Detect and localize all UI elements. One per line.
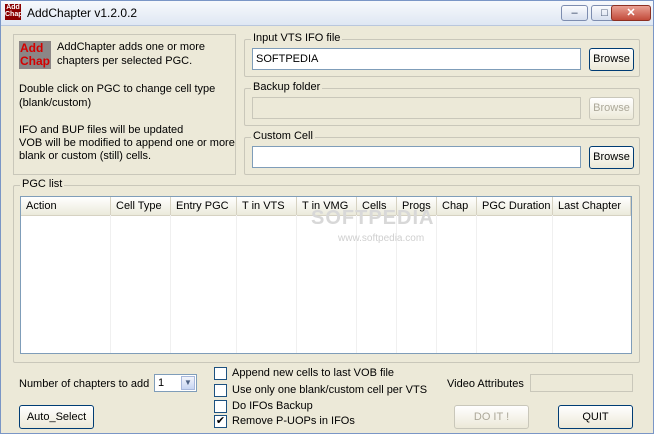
ifo-backup-checkbox[interactable] — [214, 400, 227, 413]
append-cells-checkbox[interactable] — [214, 367, 227, 380]
chapters-to-add-value: 1 — [158, 377, 165, 389]
info-line-2: chapters per selected PGC. — [57, 55, 193, 67]
info-line-1: AddChapter adds one or more — [57, 41, 205, 53]
grid-line — [237, 215, 297, 353]
input-vts-label: Input VTS IFO file — [251, 32, 343, 44]
info-line-4: (blank/custom) — [19, 97, 92, 109]
grid-line — [21, 215, 111, 353]
column-entry-pgc[interactable]: Entry PGC — [171, 197, 237, 215]
column-action[interactable]: Action — [21, 197, 111, 215]
minimize-button[interactable]: – — [561, 5, 588, 21]
app-window: Add Chap AddChapter v1.2.0.2 – □ ✕ Add Ch… — [0, 0, 654, 434]
append-cells-label: Append new cells to last VOB file — [232, 367, 395, 379]
column-cell-type[interactable]: Cell Type — [111, 197, 171, 215]
close-button[interactable]: ✕ — [611, 5, 651, 21]
grid-line — [437, 215, 477, 353]
custom-cell-label: Custom Cell — [251, 130, 315, 142]
grid-line — [477, 215, 553, 353]
do-it-button[interactable]: DO IT ! — [454, 405, 529, 429]
info-panel: Add Chap AddChapter adds one or more chap… — [13, 34, 236, 175]
input-vts-field[interactable]: SOFTPEDIA — [252, 48, 581, 70]
info-line-5: IFO and BUP files will be updated — [19, 124, 184, 136]
app-icon: Add Chap — [5, 4, 21, 20]
one-cell-per-vts-label: Use only one blank/custom cell per VTS — [232, 384, 428, 396]
one-cell-per-vts-checkbox[interactable] — [214, 384, 227, 397]
column-last-chapter[interactable]: Last Chapter — [553, 197, 631, 215]
remove-puops-label: Remove P-UOPs in IFOs — [232, 415, 355, 427]
remove-puops-checkbox[interactable]: ✔ — [214, 415, 227, 428]
app-logo: Add Chap — [19, 41, 51, 69]
input-vts-browse-button[interactable]: Browse — [589, 48, 634, 71]
custom-cell-browse-button[interactable]: Browse — [589, 146, 634, 169]
grid-line — [111, 215, 171, 353]
window-title: AddChapter v1.2.0.2 — [27, 6, 138, 20]
pgc-list-label: PGC list — [20, 178, 65, 190]
video-attributes-field[interactable] — [530, 374, 633, 392]
info-line-6: VOB will be modified to append one or mo… — [19, 137, 235, 149]
watermark: SOFTPEDIA — [311, 207, 435, 229]
backup-folder-field[interactable] — [252, 97, 581, 119]
info-line-7: blank or custom (still) cells. — [19, 150, 152, 162]
grid-line — [171, 215, 237, 353]
title-bar: Add Chap AddChapter v1.2.0.2 – □ ✕ — [1, 1, 653, 26]
backup-browse-button[interactable]: Browse — [589, 97, 634, 120]
column-chap[interactable]: Chap — [437, 197, 477, 215]
chapters-to-add-label: Number of chapters to add — [19, 378, 150, 390]
ifo-backup-label: Do IFOs Backup — [232, 400, 313, 412]
column-t-in-vts[interactable]: T in VTS — [237, 197, 297, 215]
chapters-to-add-select[interactable]: 1 ▼ — [154, 374, 197, 392]
video-attributes-label: Video Attributes — [447, 378, 524, 390]
chevron-down-icon[interactable]: ▼ — [181, 376, 195, 390]
info-line-3: Double click on PGC to change cell type — [19, 83, 216, 95]
quit-button[interactable]: QUIT — [558, 405, 633, 429]
custom-cell-field[interactable] — [252, 146, 581, 168]
backup-label: Backup folder — [251, 81, 323, 93]
watermark-url: www.softpedia.com — [338, 233, 425, 244]
auto-select-button[interactable]: Auto_Select — [19, 405, 94, 429]
column-pgc-duration[interactable]: PGC Duration — [477, 197, 553, 215]
